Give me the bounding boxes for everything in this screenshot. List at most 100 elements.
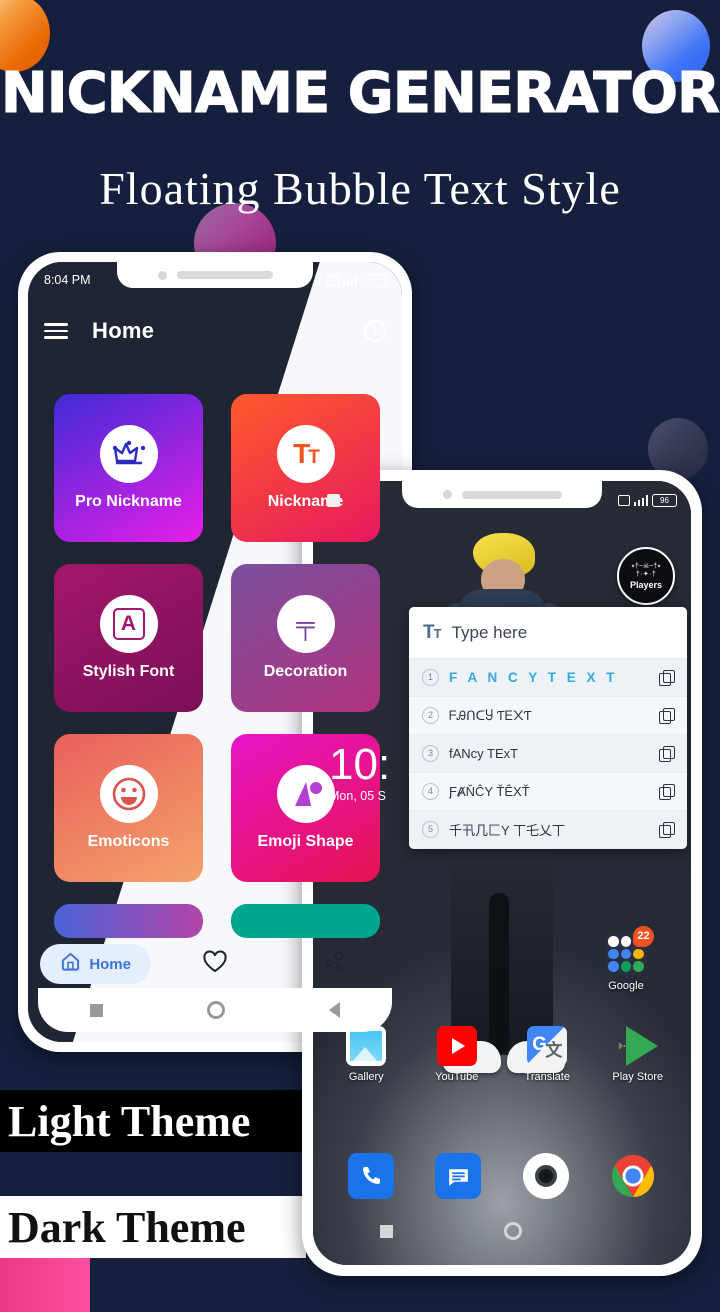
- copy-icon[interactable]: [659, 670, 675, 686]
- row-text: F A N C Y T E X T: [449, 670, 619, 685]
- page-subtitle: Floating Bubble Text Style: [99, 163, 621, 214]
- hamburger-icon[interactable]: [44, 323, 68, 339]
- translate-icon: G文: [527, 1026, 568, 1066]
- floating-bubble-players[interactable]: ٭†~☠~†٭ †·✦·† Players: [617, 547, 675, 605]
- home-circle-icon[interactable]: [207, 1001, 225, 1019]
- bottom-nav-item-favorites[interactable]: [155, 950, 274, 979]
- app-gallery[interactable]: Gallery: [329, 1026, 403, 1083]
- tile-label: Emoticons: [87, 833, 170, 850]
- home-icon: [60, 951, 81, 977]
- tile-label: Decoration: [263, 663, 348, 680]
- bottom-nav-item-share[interactable]: [275, 950, 394, 979]
- emoji-shape-icon: [276, 765, 335, 823]
- app-label: Translate: [524, 1071, 570, 1083]
- heart-icon: [202, 950, 228, 979]
- clock-widget[interactable]: 10: Mon, 05 S: [329, 740, 391, 804]
- notification-icon: [327, 493, 340, 507]
- bottom-nav-light: Home: [36, 938, 394, 990]
- copy-icon[interactable]: [659, 746, 675, 762]
- fancy-row[interactable]: 3 fANcy TExT: [409, 735, 687, 773]
- tt-icon: TT: [423, 621, 442, 643]
- app-google-folder[interactable]: 22 Google: [589, 926, 663, 992]
- tile-pro-nickname[interactable]: Pro Nickname: [54, 394, 203, 542]
- row-number: 2: [422, 707, 439, 724]
- notification-badge: 22: [633, 926, 654, 947]
- clock-date: Mon, 05 S: [329, 789, 386, 803]
- tile-label: Pro Nickname: [75, 493, 182, 510]
- row-text: fANcy TExT: [449, 746, 519, 761]
- messages-icon[interactable]: [435, 1153, 482, 1199]
- tile-nickname[interactable]: TT Nickname: [231, 394, 380, 542]
- system-nav-light: [38, 988, 392, 1032]
- fancy-row[interactable]: 4 ƑȺŇĈY ŤÊXŤ: [409, 773, 687, 811]
- camera-icon[interactable]: [522, 1153, 569, 1199]
- bottom-nav-item-home[interactable]: Home: [36, 944, 155, 984]
- page-title: NICKNAME GENERATOR: [0, 61, 720, 126]
- copy-icon[interactable]: [659, 784, 675, 800]
- row-text: 千卂几匚Y 丅乇乂丅: [449, 823, 566, 838]
- status-icons: 67: [326, 273, 386, 287]
- app-play-store[interactable]: Play Store: [601, 1026, 675, 1083]
- tile-label: Stylish Font: [82, 663, 175, 680]
- app-youtube[interactable]: YouTube: [420, 1026, 494, 1083]
- fancy-text-input[interactable]: TT Type here: [409, 607, 687, 659]
- front-camera-icon: [442, 490, 452, 499]
- crown-icon: [99, 425, 158, 483]
- back-icon[interactable]: [329, 1002, 340, 1018]
- phone-mockup-light: 8:04 PM 67 Home i Pro Nickname TT Nickna…: [18, 252, 412, 1052]
- copy-icon[interactable]: [659, 708, 675, 724]
- row-number: 5: [422, 821, 439, 838]
- chrome-icon[interactable]: [610, 1153, 656, 1199]
- tile-partial-1[interactable]: [54, 904, 203, 938]
- app-label: Gallery: [348, 1071, 384, 1083]
- bottom-nav-label: Home: [89, 955, 131, 973]
- fancy-row[interactable]: 1 F A N C Y T E X T: [409, 659, 687, 697]
- decorative-bar-pink: [0, 1252, 90, 1312]
- sim-icon: [617, 494, 630, 506]
- battery-icon: 96: [652, 493, 677, 507]
- signal-icon: [633, 494, 648, 506]
- feature-grid: Pro Nickname TT Nickname A Stylish Font …: [54, 394, 380, 938]
- tile-stylish-font[interactable]: A Stylish Font: [54, 564, 203, 712]
- home-circle-icon[interactable]: [503, 1222, 522, 1240]
- fancy-row[interactable]: 5 千卂几匚Y 丅乇乂丅: [409, 811, 687, 849]
- letter-a-icon: A: [99, 595, 158, 653]
- signal-icon: [342, 274, 357, 286]
- tile-decoration[interactable]: ╤ Decoration: [231, 564, 380, 712]
- youtube-icon: [436, 1026, 477, 1066]
- gallery-icon: [346, 1026, 387, 1066]
- row-number: 4: [422, 783, 439, 800]
- app-bar-light: Home i: [28, 306, 402, 356]
- app-label: YouTube: [435, 1071, 479, 1083]
- bubble-deco-bottom: †·✦·†: [635, 570, 657, 578]
- floating-fancy-text-panel[interactable]: TT Type here 1 F A N C Y T E X T 2 ᖴᎯᑎᑕႸ…: [409, 607, 687, 849]
- banner-dark-theme: Dark Theme: [0, 1196, 306, 1258]
- app-translate[interactable]: G文 Translate: [510, 1026, 584, 1083]
- recents-icon[interactable]: [379, 1224, 393, 1238]
- front-camera-icon: [157, 270, 167, 280]
- share-icon: [322, 950, 346, 979]
- google-folder-icon: 22: [605, 926, 654, 975]
- smiley-icon: [99, 765, 158, 823]
- row-number: 3: [422, 745, 439, 762]
- battery-icon: 67: [361, 273, 386, 287]
- info-icon[interactable]: i: [364, 320, 386, 342]
- tile-emoticons[interactable]: Emoticons: [54, 734, 203, 882]
- clock-time: 10:: [329, 740, 391, 789]
- app-label: Play Store: [612, 1071, 664, 1083]
- fancy-row[interactable]: 2 ᖴᎯᑎᑕႸ ƬᎬ᙭Ƭ: [409, 697, 687, 735]
- status-time: 8:04 PM: [44, 273, 91, 287]
- play-store-icon: [618, 1026, 658, 1066]
- tt-icon: TT: [276, 425, 335, 483]
- status-icons: 96: [617, 493, 677, 507]
- bubble-deco-top: ٭†~☠~†٭: [631, 562, 661, 570]
- notch-light: [117, 262, 313, 288]
- app-bar-title: Home: [92, 318, 155, 343]
- copy-icon[interactable]: [659, 822, 675, 838]
- phone-icon[interactable]: [347, 1153, 394, 1199]
- sim-icon: [326, 274, 339, 286]
- row-text: ƑȺŇĈY ŤÊXŤ: [449, 784, 530, 799]
- app-label: Google: [608, 980, 644, 992]
- recents-icon[interactable]: [90, 1003, 103, 1017]
- tile-label: Emoji Shape: [257, 833, 354, 850]
